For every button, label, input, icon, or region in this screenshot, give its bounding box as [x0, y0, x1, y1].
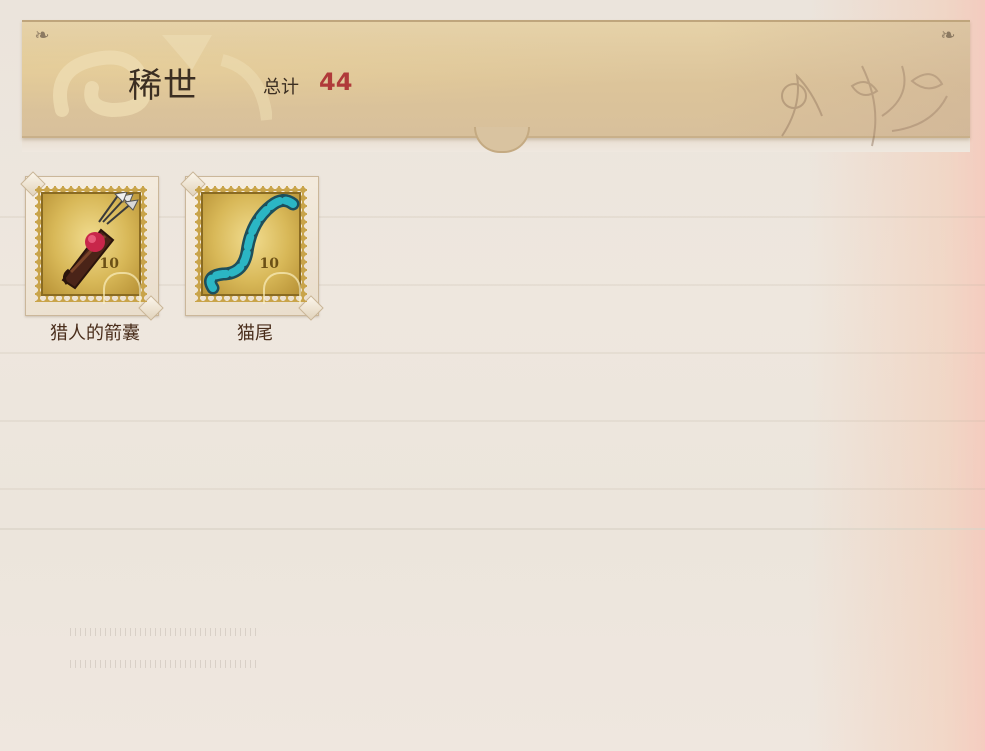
- faint-ruler-watermark: [70, 628, 260, 668]
- quiver-icon: [61, 192, 139, 290]
- item-card-hunters-quiver[interactable]: 10 猎人的箭囊: [20, 171, 164, 344]
- total-count: 44: [319, 68, 353, 96]
- item-card-cat-tail[interactable]: 10 猫尾: [180, 171, 324, 344]
- paper-fold: [0, 528, 985, 530]
- corner-ornament-icon: ❧: [34, 25, 50, 46]
- corner-ornament-icon: ❧: [940, 25, 956, 46]
- item-name: 猫尾: [237, 323, 273, 344]
- floral-sketch-icon: [781, 65, 948, 147]
- total-label: 总计: [263, 77, 299, 98]
- page-title: 稀世: [128, 66, 198, 106]
- cat-tail-icon: [204, 194, 300, 295]
- item-name: 猎人的箭囊: [50, 323, 140, 344]
